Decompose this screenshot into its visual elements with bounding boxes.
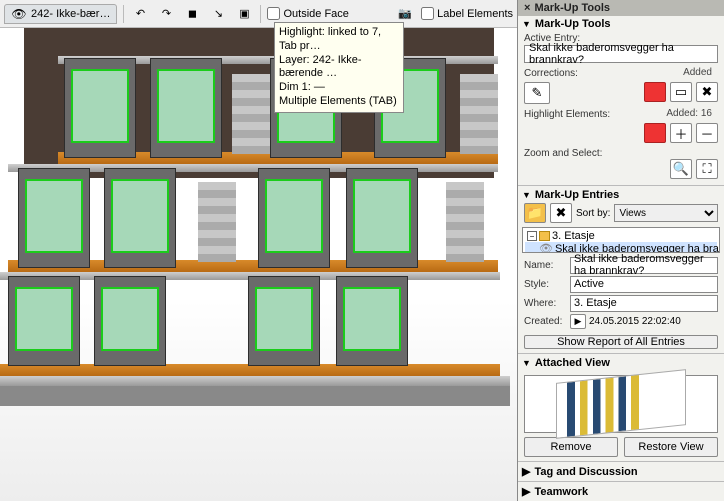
tooltip-line: Layer: 242- Ikke-bærende … [279, 54, 399, 82]
created-value: 24.05.2015 22:02:40 [586, 316, 718, 327]
camera-icon[interactable]: 📷 [395, 4, 415, 24]
chevron-down-icon: ▼ [522, 190, 531, 200]
chevron-down-icon: ▼ [522, 19, 531, 29]
section-label: Tag and Discussion [534, 466, 637, 478]
tooltip-line: Highlight: linked to 7, Tab pr… [279, 26, 399, 54]
markup-panel: × Mark-Up Tools ▼ Mark-Up Tools Active E… [517, 0, 724, 501]
outside-face-label: Outside Face [283, 8, 348, 20]
entry-icon: 👁 [539, 242, 553, 252]
view-tab[interactable]: 👁 242- Ikke-bær… [4, 4, 117, 24]
zoom-select-label: Zoom and Select: [518, 147, 724, 159]
name-label: Name: [524, 260, 570, 271]
section-attached-view[interactable]: ▼ Attached View [518, 355, 724, 371]
collapse-icon[interactable]: − [527, 231, 537, 241]
redo-button[interactable]: ↷ [156, 4, 176, 24]
chevron-right-icon: ▶ [522, 465, 530, 478]
restore-view-button[interactable]: Restore View [624, 437, 718, 457]
element-tooltip: Highlight: linked to 7, Tab pr… Layer: 2… [274, 22, 404, 113]
style-field[interactable]: Active [570, 276, 718, 293]
corrections-added-label: Added [683, 67, 718, 80]
style-label: Style: [524, 279, 570, 290]
view-toolbar: 👁 242- Ikke-bær… ↶ ↷ ◼ ↘ ▣ Outside Face … [0, 0, 517, 28]
3d-scene[interactable] [0, 28, 517, 501]
separator [260, 5, 261, 23]
attached-view-thumbnail[interactable] [524, 375, 718, 433]
folder-icon [539, 231, 550, 241]
name-field[interactable]: Skal ikke baderomsvegger ha brannkrav? [570, 257, 718, 274]
view-tab-label: 242- Ikke-bær… [31, 8, 110, 20]
show-report-button[interactable]: Show Report of All Entries [524, 335, 718, 349]
corrections-label: Corrections: [524, 68, 578, 79]
label-elements-checkbox[interactable] [421, 7, 434, 20]
chevron-down-icon: ▼ [522, 358, 531, 368]
active-entry-field[interactable]: Skal ikke baderomsvegger ha brannkrav? [524, 45, 718, 63]
section-label: Mark-Up Tools [535, 18, 611, 30]
created-label: Created: [524, 316, 570, 327]
panel-title: × Mark-Up Tools [518, 0, 724, 16]
eye-icon: 👁 [11, 6, 27, 22]
correction-tool-2[interactable]: ✖ [696, 82, 718, 102]
sort-by-select[interactable]: Views [614, 204, 718, 222]
delete-entry-button[interactable]: ✖ [550, 203, 572, 223]
outside-face-toggle[interactable]: Outside Face [267, 7, 348, 20]
outside-face-checkbox[interactable] [267, 7, 280, 20]
close-icon[interactable]: × [524, 2, 530, 14]
correction-tool-1[interactable]: ▭ [670, 82, 692, 102]
highlight-label: Highlight Elements: [524, 109, 610, 120]
label-elements-label: Label Elements [437, 8, 513, 20]
entry-form: Name:Skal ikke baderomsvegger ha brannkr… [518, 255, 724, 333]
panel-title-label: Mark-Up Tools [534, 2, 610, 14]
section-label: Teamwork [534, 486, 588, 498]
tree-label: Skal ikke baderomsvegger ha brannkrav? [555, 243, 720, 253]
tree-node[interactable]: − 3. Etasje [525, 230, 717, 242]
highlight-added-label: Added: 16 [666, 108, 718, 121]
section-markup-tools[interactable]: ▼ Mark-Up Tools [518, 16, 724, 32]
highlight-remove-button[interactable]: － [696, 123, 718, 143]
section-label: Attached View [535, 357, 610, 369]
correction-cloud-button[interactable]: ✎ [524, 82, 550, 104]
tooltip-line: Multiple Elements (TAB) [279, 95, 399, 109]
sort-by-label: Sort by: [576, 208, 610, 219]
chevron-right-icon: ▶ [522, 485, 530, 498]
section-markup-entries[interactable]: ▼ Mark-Up Entries [518, 187, 724, 203]
arrow-icon[interactable]: ↘ [208, 4, 228, 24]
active-entry-value: Skal ikke baderomsvegger ha brannkrav? [529, 42, 713, 66]
label-elements-toggle[interactable]: Label Elements [421, 7, 513, 20]
section-tag-discussion[interactable]: ▶ Tag and Discussion [518, 461, 724, 481]
tree-node[interactable]: 👁Skal ikke baderomsvegger ha brannkrav? [525, 242, 717, 252]
select-button[interactable]: ⛶ [696, 159, 718, 179]
model-viewport[interactable]: 👁 242- Ikke-bær… ↶ ↷ ◼ ↘ ▣ Outside Face … [0, 0, 517, 501]
midpoint-icon[interactable]: ▣ [234, 4, 254, 24]
highlight-add-button[interactable]: ＋ [670, 123, 692, 143]
play-icon[interactable]: ▶ [570, 314, 586, 329]
highlight-swatch-red[interactable] [644, 123, 666, 143]
remove-view-button[interactable]: Remove [524, 437, 618, 457]
separator [123, 5, 124, 23]
entries-tree[interactable]: − 3. Etasje 👁Skal ikke baderomsvegger ha … [522, 227, 720, 252]
section-label: Mark-Up Entries [535, 189, 619, 201]
undo-button[interactable]: ↶ [130, 4, 150, 24]
endpoint-icon[interactable]: ◼ [182, 4, 202, 24]
tooltip-line: Dim 1: — [279, 81, 399, 95]
new-entry-button[interactable]: 📁 [524, 203, 546, 223]
where-field[interactable]: 3. Etasje [570, 295, 718, 312]
where-label: Where: [524, 298, 570, 309]
tree-label: 3. Etasje [552, 230, 595, 242]
zoom-button[interactable]: 🔍 [670, 159, 692, 179]
section-teamwork[interactable]: ▶ Teamwork [518, 481, 724, 501]
correction-swatch-red[interactable] [644, 82, 666, 102]
